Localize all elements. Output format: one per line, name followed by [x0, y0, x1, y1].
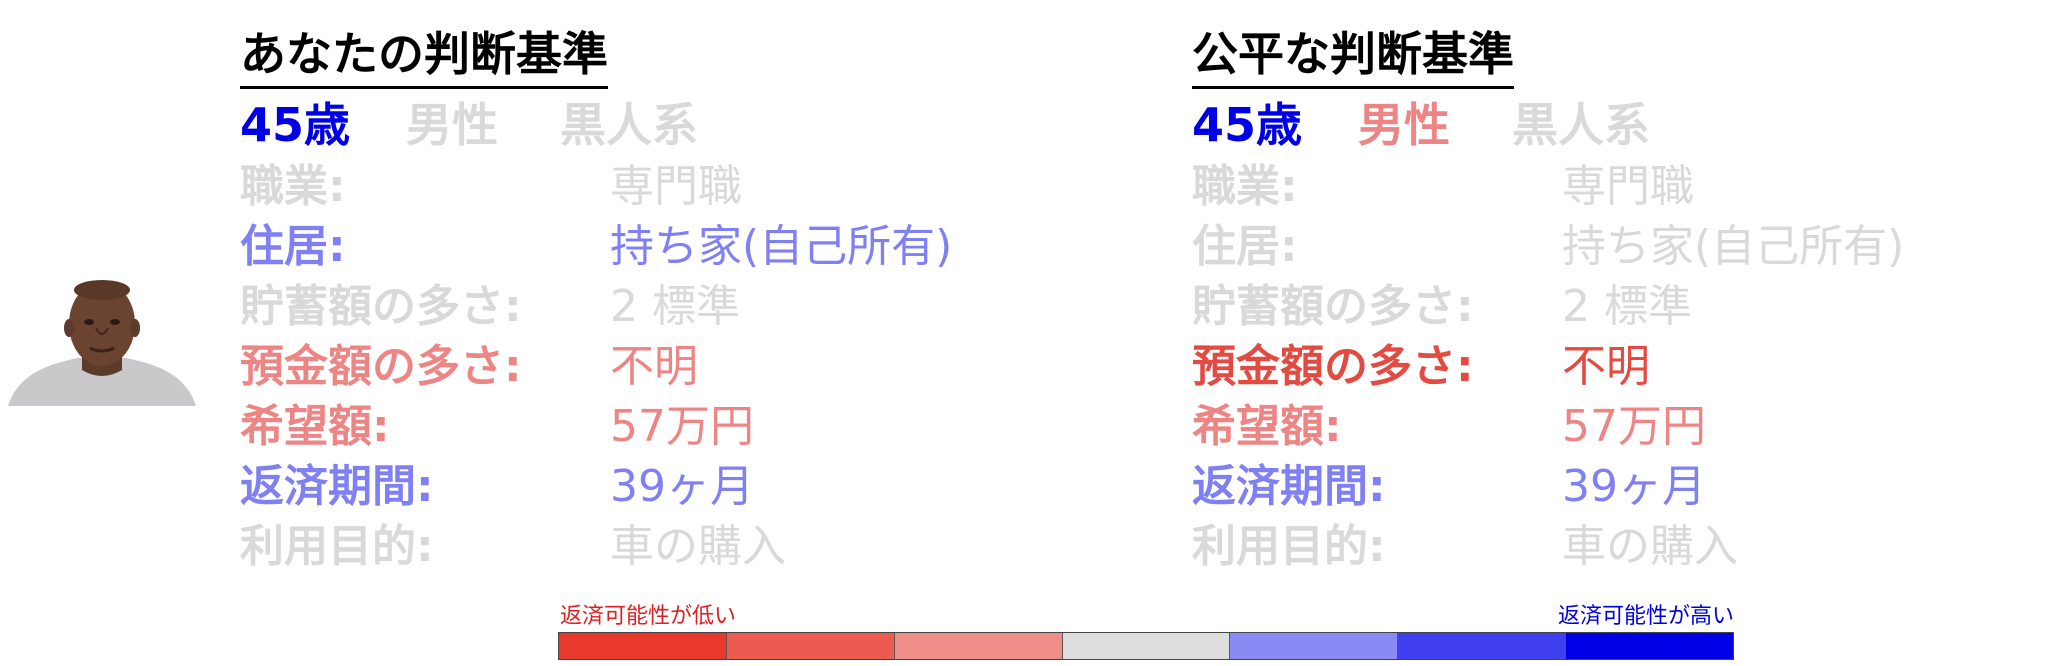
scale-segment [559, 633, 727, 659]
right-panel-title: 公平な判断基準 [1192, 24, 1514, 89]
left-row-value: 車の購入 [610, 521, 786, 572]
left-row-key: 貯蓄額の多さ: [240, 281, 522, 332]
right-row-deposits: 預金額の多さ: 不明 [1192, 337, 2048, 397]
right-row-key: 預金額の多さ: [1192, 341, 1474, 392]
left-row-value: 持ち家(自己所有) [610, 221, 953, 272]
scale-segment [1062, 633, 1231, 659]
scale-segment [1566, 633, 1734, 659]
left-row-key: 希望額: [240, 401, 390, 452]
scale-segment [726, 633, 895, 659]
right-row-key: 職業: [1192, 161, 1298, 212]
right-row-key: 利用目的: [1192, 521, 1386, 572]
right-row-purpose: 利用目的: 車の購入 [1192, 517, 2048, 577]
person-avatar [8, 280, 196, 406]
left-row-value: 39ヶ月 [610, 461, 754, 512]
left-row-deposits: 預金額の多さ: 不明 [240, 337, 1100, 397]
right-age: 45歳 [1192, 98, 1303, 152]
left-row-amount: 希望額: 57万円 [240, 397, 1100, 457]
left-panel-title: あなたの判断基準 [240, 24, 608, 89]
left-demographics: 45歳 男性 黒人系 [240, 95, 1100, 157]
scale-high-label: 返済可能性が高い [1557, 604, 1734, 629]
right-row-housing: 住居: 持ち家(自己所有) [1192, 217, 2048, 277]
right-row-savings: 貯蓄額の多さ: 2 標準 [1192, 277, 2048, 337]
left-row-value: 不明 [610, 341, 698, 392]
left-row-key: 預金額の多さ: [240, 341, 522, 392]
right-row-value: 専門職 [1562, 161, 1694, 212]
right-row-key: 貯蓄額の多さ: [1192, 281, 1474, 332]
right-row-key: 返済期間: [1192, 461, 1386, 512]
right-sex: 男性 [1358, 98, 1450, 152]
scale-low-label: 返済可能性が低い [560, 604, 737, 629]
left-row-occupation: 職業: 専門職 [240, 157, 1100, 217]
right-row-amount: 希望額: 57万円 [1192, 397, 2048, 457]
left-sex: 男性 [406, 98, 498, 152]
right-row-occupation: 職業: 専門職 [1192, 157, 2048, 217]
left-criteria-panel: あなたの判断基準 45歳 男性 黒人系 職業: 専門職 住居: 持ち家(自己所有… [240, 24, 1100, 577]
left-row-value: 専門職 [610, 161, 742, 212]
left-row-term: 返済期間: 39ヶ月 [240, 457, 1100, 517]
right-row-value: 持ち家(自己所有) [1562, 221, 1905, 272]
right-row-value: 39ヶ月 [1562, 461, 1706, 512]
left-row-key: 住居: [240, 221, 346, 272]
right-row-value: 不明 [1562, 341, 1650, 392]
left-row-savings: 貯蓄額の多さ: 2 標準 [240, 277, 1100, 337]
right-race: 黒人系 [1512, 98, 1650, 152]
right-row-value: 車の購入 [1562, 521, 1738, 572]
left-row-purpose: 利用目的: 車の購入 [240, 517, 1100, 577]
repayment-color-scale [558, 632, 1734, 660]
left-row-value: 57万円 [610, 401, 754, 452]
left-race: 黒人系 [560, 98, 698, 152]
left-row-housing: 住居: 持ち家(自己所有) [240, 217, 1100, 277]
scale-segment [894, 633, 1063, 659]
right-row-value: 57万円 [1562, 401, 1706, 452]
left-row-key: 職業: [240, 161, 346, 212]
right-row-key: 住居: [1192, 221, 1298, 272]
left-row-key: 利用目的: [240, 521, 434, 572]
right-demographics: 45歳 男性 黒人系 [1192, 95, 2048, 157]
right-row-term: 返済期間: 39ヶ月 [1192, 457, 2048, 517]
right-criteria-panel: 公平な判断基準 45歳 男性 黒人系 職業: 専門職 住居: 持ち家(自己所有)… [1192, 24, 2048, 577]
left-row-value: 2 標準 [610, 281, 740, 332]
right-row-key: 希望額: [1192, 401, 1342, 452]
right-row-value: 2 標準 [1562, 281, 1692, 332]
left-row-key: 返済期間: [240, 461, 434, 512]
scale-segment [1230, 633, 1399, 659]
scale-segment [1398, 633, 1567, 659]
left-age: 45歳 [240, 98, 351, 152]
